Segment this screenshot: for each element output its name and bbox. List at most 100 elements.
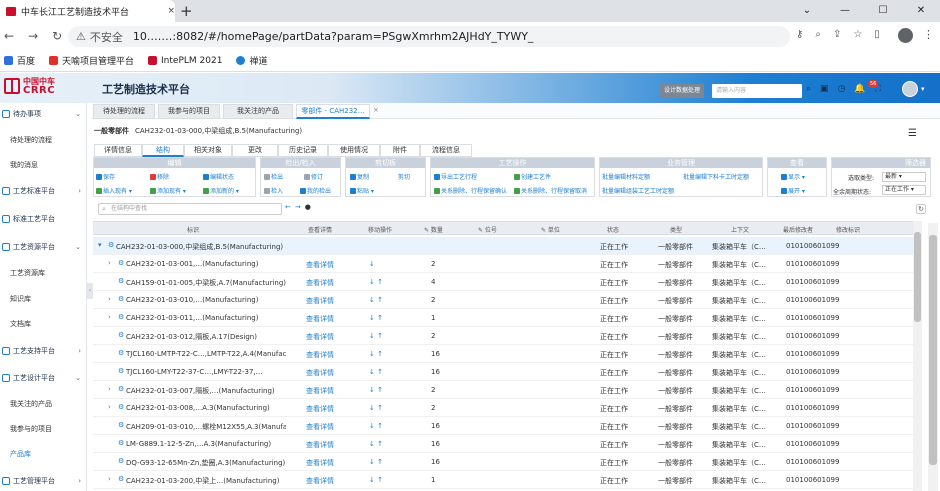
relation-delete-confirm-button[interactable]: 关系删除、行程保留确认 bbox=[434, 186, 507, 195]
part-identifier[interactable]: CAH232-01-03-012,隔板,A.17(Design) bbox=[126, 332, 257, 342]
sidebar-group-resource[interactable]: 工艺资源平台 ⌄ bbox=[0, 239, 87, 255]
table-row[interactable]: ⚙ CAH232-01-03-012,隔板,A.17(Design) 查看详情 ↓ ↑… bbox=[93, 327, 913, 345]
close-tab-icon[interactable]: × bbox=[373, 106, 379, 114]
move-arrows[interactable]: ↓ ↑ bbox=[369, 404, 383, 412]
table-row[interactable]: ⚙ LM-G889.1-12-5-Zn,…A.3(Manufacturing) 查看… bbox=[93, 435, 913, 453]
expand-toggle-icon[interactable]: › bbox=[108, 259, 111, 267]
move-arrows[interactable]: ↓ ↑ bbox=[369, 296, 383, 304]
part-identifier[interactable]: CAH232-01-03-001,…(Manufacturing) bbox=[126, 260, 258, 268]
reload-icon[interactable]: ↻ bbox=[52, 29, 62, 43]
view-details-link[interactable]: 查看详情 bbox=[306, 260, 334, 270]
table-row[interactable]: › ⚙ CAH232-01-03-200,中梁上…(Manufacturing) 查看… bbox=[93, 471, 913, 489]
col-change-flag[interactable]: 修改标识 bbox=[836, 225, 860, 234]
subtab-changes[interactable]: 更改 bbox=[232, 144, 278, 157]
part-identifier[interactable]: DQ-G93-12-65Mn-Zn,垫圈,A.3(Manufacturing) bbox=[126, 458, 285, 468]
part-identifier[interactable]: CAH232-01-03-008,…A.3(Manufacturing) bbox=[126, 404, 270, 412]
table-row[interactable]: ▾ ⚙ CAH232-01-03-000,中梁组成,B.5(Manufacturin… bbox=[93, 237, 913, 255]
col-move[interactable]: 移动操作 bbox=[368, 225, 392, 234]
sidebar-item-pending-process[interactable]: 待处理的流程 bbox=[10, 133, 52, 147]
move-arrows[interactable]: ↓ bbox=[369, 260, 375, 268]
col-unit[interactable]: ✎ 单位 bbox=[541, 225, 560, 234]
view-details-link[interactable]: 查看详情 bbox=[306, 332, 334, 342]
sidebar-item-documents[interactable]: 文档库 bbox=[10, 317, 31, 331]
col-position[interactable]: ✎ 位号 bbox=[478, 225, 497, 234]
table-row[interactable]: ⚙ DQ-G93-12-65Mn-Zn,垫圈,A.3(Manufacturing)… bbox=[93, 453, 913, 471]
view-details-link[interactable]: 查看详情 bbox=[306, 476, 334, 486]
subtab-usage[interactable]: 使用情况 bbox=[328, 144, 380, 157]
close-window-button[interactable]: ✕ bbox=[902, 0, 940, 22]
sidebar-item-product-library[interactable]: 产品库 bbox=[10, 447, 31, 461]
expand-button[interactable]: 展开 ▾ bbox=[781, 186, 805, 195]
bookmark-tianyu[interactable]: 天喻项目管理平台 bbox=[49, 54, 134, 67]
bookmark-baidu[interactable]: 百度 bbox=[4, 54, 35, 67]
filter-type-select[interactable]: 最新 ▾ bbox=[882, 172, 926, 182]
view-details-link[interactable]: 查看详情 bbox=[306, 440, 334, 450]
browser-tab[interactable]: 中车长江工艺制造技术平台 × bbox=[0, 0, 175, 22]
table-row[interactable]: ⚙ CAH159-01-01-005,中梁板,A.7(Manufacturing)… bbox=[93, 273, 913, 291]
sidebar-item-messages[interactable]: 我的消息 bbox=[10, 158, 38, 172]
lifecycle-state-select[interactable]: 正在工作 ▾ bbox=[882, 185, 926, 195]
subtab-workflow[interactable]: 流程信息 bbox=[420, 144, 472, 157]
checkout-button[interactable]: 检出 bbox=[264, 172, 283, 181]
refresh-button[interactable]: ↻ bbox=[916, 204, 926, 214]
warning-icon[interactable]: ⚠ bbox=[76, 30, 86, 43]
forward-icon[interactable]: → bbox=[28, 29, 38, 43]
view-details-link[interactable]: 查看详情 bbox=[306, 278, 334, 288]
col-context[interactable]: 上下文 bbox=[731, 225, 749, 234]
cut-button[interactable]: 剪切 bbox=[398, 172, 410, 181]
my-checkouts-button[interactable]: 我的检出 bbox=[300, 186, 331, 195]
bookmark-chandao[interactable]: 禅道 bbox=[236, 54, 267, 67]
sidebar-group-design[interactable]: 工艺设计平台 ⌄ bbox=[0, 370, 87, 386]
help-icon[interactable]: ● bbox=[305, 203, 311, 211]
batch-assembly-hours-button[interactable]: 批量编辑组装工艺工时定额 bbox=[602, 186, 674, 195]
remove-button[interactable]: 移除 bbox=[150, 172, 169, 181]
sidebar-item-followed-products[interactable]: 我关注的产品 bbox=[10, 397, 52, 411]
paste-button[interactable]: 粘贴 ▾ bbox=[350, 186, 374, 195]
previous-icon[interactable]: ← bbox=[285, 203, 291, 211]
back-icon[interactable]: ← bbox=[4, 29, 14, 43]
insert-existing-button[interactable]: 插入现有 ▾ bbox=[96, 186, 132, 195]
settings-sliders-icon[interactable]: ☰ bbox=[908, 128, 917, 139]
calendar-icon[interactable]: ▣ bbox=[820, 84, 829, 94]
move-arrows[interactable]: ↓ ↑ bbox=[369, 386, 383, 394]
revise-button[interactable]: 修订 bbox=[304, 172, 323, 181]
share-icon[interactable]: ⇪ bbox=[833, 29, 841, 40]
col-quantity[interactable]: ✎ 数量 bbox=[424, 225, 443, 234]
header-search-input[interactable]: 请输入内容 bbox=[712, 84, 802, 98]
view-details-link[interactable]: 查看详情 bbox=[306, 296, 334, 306]
side-panel-icon[interactable]: ▯ bbox=[874, 29, 880, 40]
browser-menu-icon[interactable]: ⋮ bbox=[923, 28, 934, 41]
tab-part[interactable]: 零部件 - CAH232… bbox=[296, 104, 370, 119]
subtab-history[interactable]: 历史记录 bbox=[278, 144, 328, 157]
part-identifier[interactable]: LM-G889.1-12-5-Zn,…A.3(Manufacturing) bbox=[126, 440, 271, 448]
table-row[interactable]: › ⚙ CAH232-01-03-010,…(Manufacturing) 查看详情 ↓… bbox=[93, 291, 913, 309]
save-button[interactable]: 保存 bbox=[96, 172, 115, 181]
table-row[interactable]: › ⚙ CAH232-01-03-001,…(Manufacturing) 查看详情 ↓… bbox=[93, 255, 913, 273]
clock-icon[interactable]: ◷ bbox=[838, 84, 846, 94]
view-details-link[interactable]: 查看详情 bbox=[306, 386, 334, 396]
col-identifier[interactable]: 标识 bbox=[187, 225, 199, 234]
part-identifier[interactable]: CAH159-01-01-005,中梁板,A.7(Manufacturing) bbox=[126, 278, 286, 288]
url-input[interactable]: ⚠ 不安全 10.……:8082/#/homePage/partData?par… bbox=[68, 26, 790, 47]
maximize-button[interactable]: ☐ bbox=[864, 0, 902, 22]
design-data-button[interactable]: 设计数据处理 bbox=[660, 84, 704, 98]
part-identifier[interactable]: CAH232-01-03-011,…(Manufacturing) bbox=[126, 314, 258, 322]
move-arrows[interactable]: ↓ ↑ bbox=[369, 476, 383, 484]
part-identifier[interactable]: CAH209-01-03-010,…螺栓M12X55,A.3(Manufactu… bbox=[126, 422, 286, 432]
col-last-modifier[interactable]: 最后修改者 bbox=[783, 225, 813, 234]
user-avatar[interactable] bbox=[902, 81, 918, 97]
part-identifier[interactable]: CAH232-01-03-010,…(Manufacturing) bbox=[126, 296, 258, 304]
move-arrows[interactable]: ↓ ↑ bbox=[369, 314, 383, 322]
subtab-attachments[interactable]: 附件 bbox=[380, 144, 420, 157]
page-scrollbar-thumb[interactable] bbox=[929, 235, 937, 465]
sidebar-group-standard[interactable]: 工艺标准平台 › bbox=[0, 183, 87, 199]
tab-followed-products[interactable]: 我关注的产品 bbox=[223, 104, 293, 119]
move-arrows[interactable]: ↓ ↑ bbox=[369, 458, 383, 466]
subtab-details[interactable]: 详情信息 bbox=[94, 144, 142, 157]
avatar-caret-icon[interactable]: ▾ bbox=[921, 85, 925, 93]
col-view-details[interactable]: 查看详情 bbox=[308, 225, 332, 234]
sidebar-item-resource-library[interactable]: 工艺资源库 bbox=[10, 266, 45, 280]
edit-state-button[interactable]: 编辑状态 bbox=[203, 172, 234, 181]
table-row[interactable]: › ⚙ CAH232-01-03-008,…A.3(Manufacturing) 查看… bbox=[93, 399, 913, 417]
expand-toggle-icon[interactable]: › bbox=[108, 295, 111, 303]
